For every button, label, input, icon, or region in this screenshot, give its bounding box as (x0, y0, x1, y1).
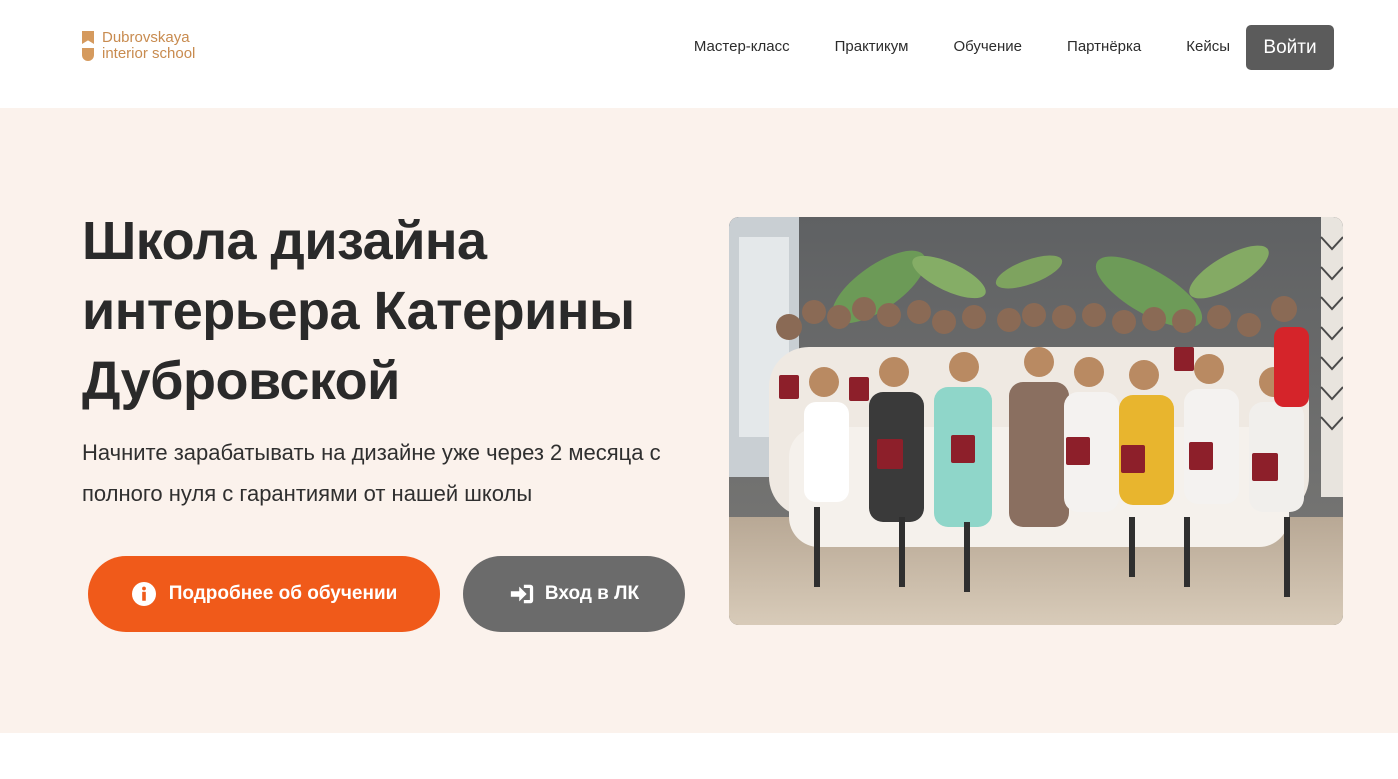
logo-mark-icon (82, 31, 94, 63)
login-button[interactable]: Войти (1246, 25, 1334, 70)
hero-section: Школа дизайна интерьера Катерины Дубровс… (0, 108, 1398, 733)
site-header: Dubrovskaya interior school Мастер-класс… (0, 0, 1398, 108)
logo[interactable]: Dubrovskaya interior school (82, 30, 195, 63)
nav-partner[interactable]: Партнёрка (1067, 37, 1141, 57)
personal-account-login-label: Вход в ЛК (544, 583, 640, 604)
logo-text: Dubrovskaya interior school (102, 30, 195, 62)
hero-subtitle: Начните зарабатывать на дизайне уже чере… (82, 440, 661, 506)
more-about-education-button[interactable]: Подробнее об обучении (88, 556, 440, 632)
nav-education[interactable]: Обучение (953, 37, 1022, 57)
sign-in-icon (509, 581, 535, 607)
group-photo (729, 217, 1343, 625)
logo-line-2: interior school (102, 45, 196, 62)
logo-line-1: Dubrovskaya (102, 29, 190, 46)
nav-master-class[interactable]: Мастер-класс (694, 37, 790, 57)
hero-title: Школа дизайна интерьера Катерины Дубровс… (82, 211, 635, 411)
nav-practicum[interactable]: Практикум (835, 37, 909, 57)
personal-account-login-button[interactable]: Вход в ЛК (463, 556, 685, 632)
info-icon (131, 581, 157, 607)
nav-cases[interactable]: Кейсы (1186, 37, 1230, 57)
main-nav: Мастер-класс Практикум Обучение Партнёрк… (694, 37, 1230, 57)
more-about-education-label: Подробнее об обучении (168, 583, 398, 604)
